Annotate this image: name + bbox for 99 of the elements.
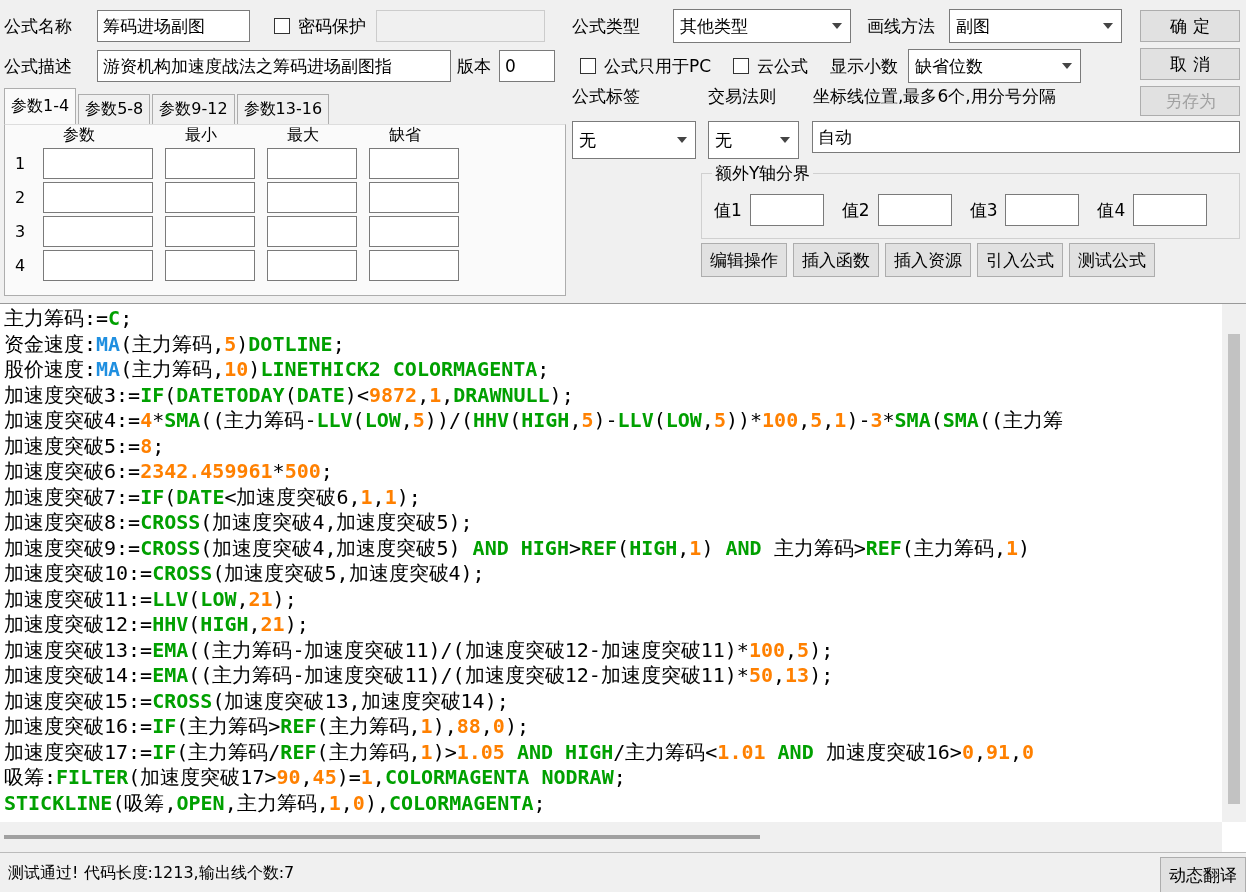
action-button[interactable]: 插入资源 (885, 243, 971, 277)
param-field[interactable] (165, 250, 255, 281)
action-button[interactable]: 测试公式 (1069, 243, 1155, 277)
param-field[interactable] (267, 216, 357, 247)
code-line: 加速度突破7:=IF(DATE<加速度突破6,1,1); (4, 484, 421, 510)
horizontal-scrollbar[interactable] (0, 822, 1222, 852)
code-line: STICKLINE(吸筹,OPEN,主力筹码,1,0),COLORMAGENTA; (4, 790, 546, 816)
code-line: 加速度突破4:=4*SMA((主力筹码-LLV(LOW,5))/(HHV(HIGH,5)-LLV(LOW,5))*100,5,1)-3*SMA(SMA((主力筹 (4, 408, 1063, 434)
field-label: 值2 (841, 198, 870, 222)
param-field[interactable] (369, 216, 459, 247)
column-header: 最小 (184, 125, 218, 145)
param-field[interactable] (369, 148, 459, 179)
password-field[interactable] (376, 10, 545, 42)
column-header: 缺省 (388, 125, 422, 145)
param-field[interactable] (267, 250, 357, 281)
row-number: 1 (13, 154, 27, 173)
password-checkbox[interactable] (274, 18, 290, 34)
code-line: 加速度突破8:=CROSS(加速度突破4,加速度突破5); (4, 510, 473, 536)
param-field[interactable] (369, 250, 459, 281)
param-field[interactable] (369, 182, 459, 213)
param-tab[interactable]: 参数5-8 (78, 94, 151, 124)
row-number: 3 (13, 222, 27, 241)
field-label: 画线方法 (867, 14, 935, 38)
dialog-button[interactable]: 确 定 (1140, 10, 1240, 42)
action-button[interactable]: 插入函数 (793, 243, 879, 277)
vertical-scrollbar[interactable] (1222, 304, 1246, 822)
value-field[interactable] (1005, 194, 1080, 226)
caret-icon (1103, 23, 1113, 29)
param-field[interactable] (43, 148, 153, 179)
param-field[interactable] (165, 148, 255, 179)
code-line: 加速度突破10:=CROSS(加速度突破5,加速度突破4); (4, 561, 485, 587)
field-label: 坐标线位置,最多6个,用分号分隔 (813, 84, 1056, 108)
action-button[interactable]: 编辑操作 (701, 243, 787, 277)
formula-name-field[interactable]: 筹码进场副图 (97, 10, 250, 42)
caret-icon (1062, 63, 1073, 69)
checkbox-label: 公式只用于PC (604, 54, 712, 78)
param-field[interactable] (43, 250, 153, 281)
code-line: 主力筹码:=C; (4, 306, 133, 332)
code-line: 吸筹:FILTER(加速度突破17>90,45)=1,COLORMAGENTA NODRAW; (4, 765, 626, 791)
param-field[interactable] (165, 216, 255, 247)
row-number: 2 (13, 188, 27, 207)
version-field[interactable]: 0 (499, 50, 555, 82)
field-label: 值1 (714, 198, 742, 222)
column-header: 最大 (286, 125, 320, 145)
code-line: 加速度突破5:=8; (4, 433, 165, 459)
status-text: 测试通过! 代码长度:1213,输出线个数:7 (7, 862, 295, 884)
code-line: 加速度突破16:=IF(主力筹码>REF(主力筹码,1),88,0); (4, 714, 529, 740)
code-line: 资金速度:MA(主力筹码,5)DOTLINE; (4, 331, 345, 357)
axis-lines-field[interactable]: 自动 (812, 121, 1240, 153)
dialog-button[interactable]: 取 消 (1140, 48, 1240, 80)
param-field[interactable] (267, 182, 357, 213)
code-line: 加速度突破13:=EMA((主力筹码-加速度突破11)/(加速度突破12-加速度突破11)*100,5); (4, 637, 834, 663)
caret-icon (677, 137, 687, 143)
code-line: 加速度突破12:=HHV(HIGH,21); (4, 612, 309, 638)
code-line: 加速度突破17:=IF(主力筹码/REF(主力筹码,1)>1.05 AND HIGH/主力筹码<1.01 AND 加速度突破16>0,91,0 (4, 739, 1035, 765)
field-label: 版本 (457, 54, 491, 78)
checkbox-label: 云公式 (757, 54, 809, 78)
param-tab[interactable]: 参数1-4 (4, 88, 77, 124)
column-header: 参数 (62, 125, 96, 145)
trade-rule-dropdown[interactable]: 无 (708, 121, 799, 159)
checkbox-label: 密码保护 (298, 14, 366, 38)
code-line: 加速度突破15:=CROSS(加速度突破13,加速度突破14); (4, 688, 509, 714)
caret-icon (780, 137, 790, 143)
param-tab[interactable]: 参数9-12 (152, 94, 235, 124)
field-label: 公式类型 (572, 14, 641, 38)
translate-button[interactable]: 动态翻译 (1160, 857, 1246, 892)
param-field[interactable] (43, 216, 153, 247)
param-field[interactable] (165, 182, 255, 213)
formula-type-dropdown[interactable]: 其他类型 (673, 9, 851, 43)
code-line: 股价速度:MA(主力筹码,10)LINETHICK2 COLORMAGENTA; (4, 357, 550, 383)
description-field[interactable]: 游资机构加速度战法之筹码进场副图指 (97, 50, 451, 82)
pc-only-checkbox[interactable] (580, 58, 596, 74)
code-line: 加速度突破14:=EMA((主力筹码-加速度突破11)/(加速度突破12-加速度突破11)*50,13); (4, 663, 834, 689)
param-field[interactable] (43, 182, 153, 213)
field-label: 值3 (969, 198, 998, 222)
formula-tag-dropdown[interactable]: 无 (572, 121, 696, 159)
row-number: 4 (13, 256, 27, 275)
group-title: 额外Y轴分界 (712, 162, 814, 185)
code-line: 加速度突破6:=2342.459961*500; (4, 459, 333, 485)
field-label: 公式描述 (4, 54, 73, 78)
value-field[interactable] (749, 194, 824, 226)
value-field[interactable] (877, 194, 952, 226)
value-field[interactable] (1133, 194, 1208, 226)
decimals-dropdown[interactable]: 缺省位数 (908, 49, 1082, 83)
code-line: 加速度突破9:=CROSS(加速度突破4,加速度突破5) AND HIGH>REF(HIGH,1) AND 主力筹码>REF(主力筹码,1) (4, 535, 1031, 561)
field-label: 公式标签 (572, 84, 641, 108)
code-line: 加速度突破11:=LLV(LOW,21); (4, 586, 297, 612)
action-button[interactable]: 引入公式 (977, 243, 1063, 277)
draw-method-dropdown[interactable]: 副图 (949, 9, 1122, 43)
field-label: 值4 (1097, 198, 1126, 222)
param-tab[interactable]: 参数13-16 (236, 94, 330, 124)
caret-icon (832, 23, 842, 29)
code-line: 加速度突破3:=IF(DATETODAY(DATE)<9872,1,DRAWNULL); (4, 382, 574, 408)
code-editor[interactable] (0, 303, 1246, 852)
field-label: 交易法则 (708, 84, 777, 108)
cloud-checkbox[interactable] (733, 58, 750, 74)
param-field[interactable] (267, 148, 357, 179)
field-label: 公式名称 (4, 14, 73, 38)
field-label: 显示小数 (830, 54, 899, 78)
